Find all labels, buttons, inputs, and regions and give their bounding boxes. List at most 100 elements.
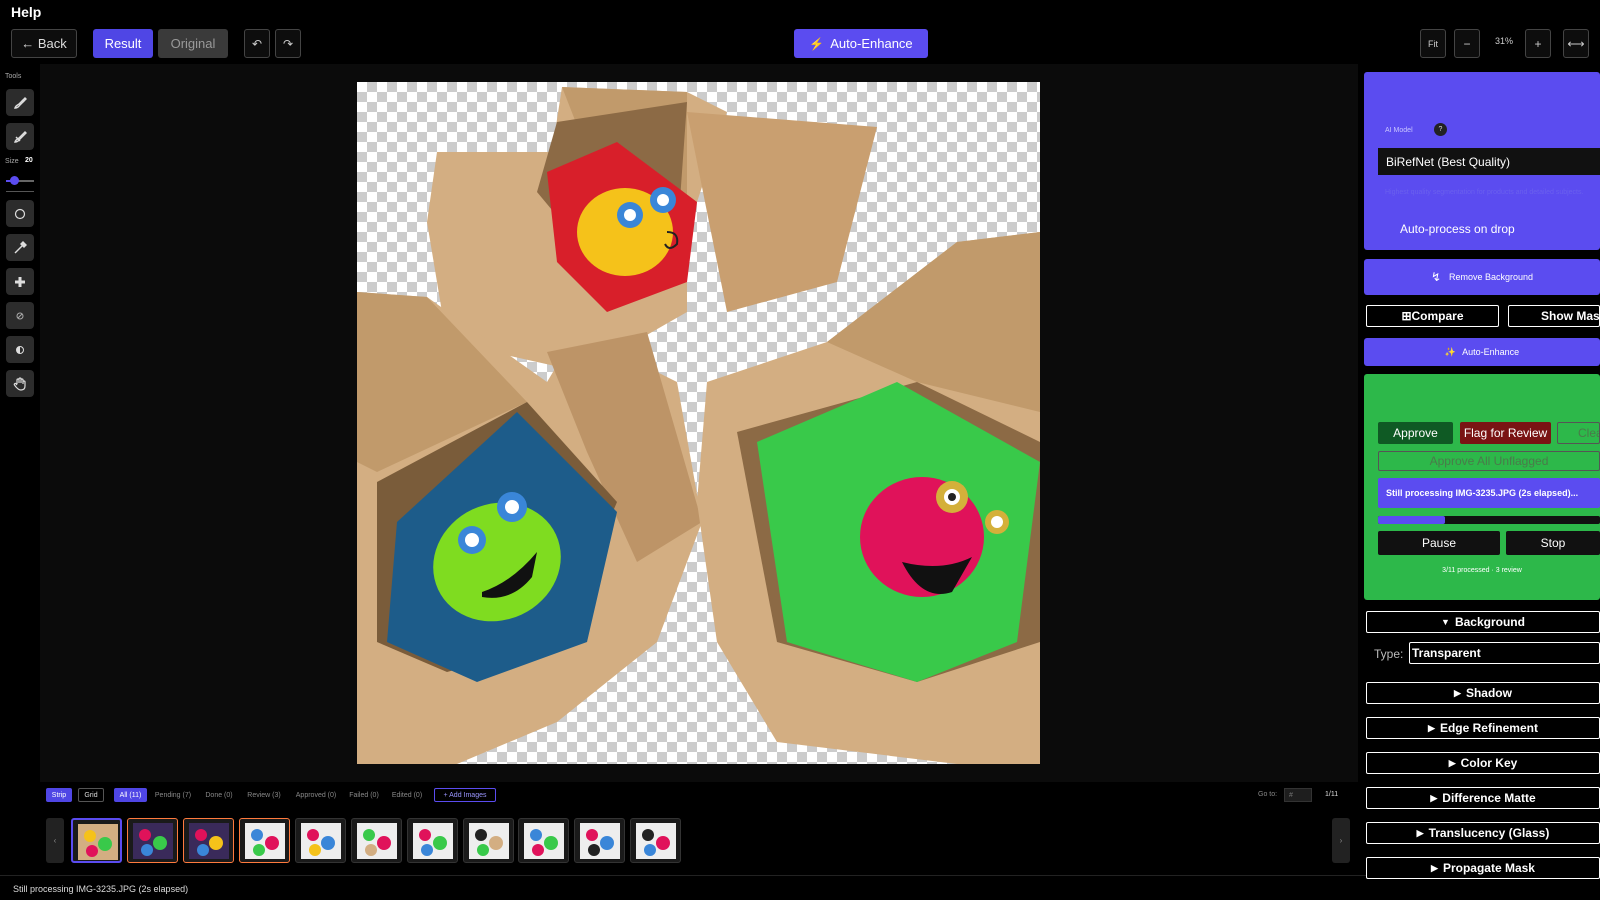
- eyedropper-icon: [14, 240, 27, 253]
- heal-tool[interactable]: [6, 268, 34, 295]
- model-select[interactable]: BiRefNet (Best Quality): [1378, 148, 1600, 175]
- tools-title: Tools: [5, 73, 22, 80]
- image-strip: [40, 784, 1358, 874]
- auto-process-toggle[interactable]: Auto-process on drop: [1400, 222, 1515, 236]
- sparkle-icon: ✨: [1444, 346, 1457, 357]
- heal-icon: [15, 276, 25, 287]
- help-icon[interactable]: ?: [1434, 123, 1447, 136]
- filter-approved[interactable]: Approved (0): [292, 788, 340, 802]
- thumbnail[interactable]: [574, 818, 625, 863]
- hand-icon: [13, 376, 26, 391]
- hand-tool[interactable]: [6, 370, 34, 397]
- result-tab[interactable]: Result: [93, 29, 153, 58]
- help-menu[interactable]: Help: [11, 4, 41, 20]
- pause-button[interactable]: Pause: [1378, 531, 1500, 555]
- strip-prev-button[interactable]: ‹: [46, 818, 64, 863]
- approve-button[interactable]: Approve: [1378, 422, 1453, 444]
- thumbnail-image: [245, 823, 285, 859]
- status-bar: Still processing IMG-3235.JPG (2s elapse…: [0, 875, 1600, 900]
- section-label: Color Key: [1460, 756, 1518, 770]
- auto-enhance-label: Auto-Enhance: [830, 36, 913, 51]
- section-header-propagate-mask[interactable]: ▶ Propagate Mask: [1366, 857, 1600, 879]
- thumbnail-image: [413, 823, 453, 859]
- thumbnail[interactable]: [71, 818, 122, 863]
- strip-next-button[interactable]: ›: [1332, 818, 1350, 863]
- shape-tool[interactable]: [6, 200, 34, 227]
- thumbnail[interactable]: [183, 818, 234, 863]
- section-header-shadow[interactable]: ▶ Shadow: [1366, 682, 1600, 704]
- undo-icon: ↶: [251, 36, 263, 51]
- panel-auto-enhance-button[interactable]: ✨ Auto-Enhance: [1364, 338, 1600, 366]
- eraser-tool[interactable]: [6, 123, 34, 150]
- thumbnail[interactable]: [630, 818, 681, 863]
- filter-all[interactable]: All (11): [114, 788, 147, 802]
- add-images-button[interactable]: + Add Images: [434, 788, 496, 802]
- original-tab[interactable]: Original: [158, 29, 228, 58]
- background-type-select[interactable]: Transparent: [1409, 642, 1600, 664]
- fit-width-button[interactable]: ⟷: [1563, 29, 1589, 58]
- filter-edited[interactable]: Edited (0): [388, 788, 426, 802]
- triangle-right-icon: ▶: [1428, 722, 1435, 733]
- dot-icon: [16, 312, 24, 319]
- filter-review[interactable]: Review (3): [244, 788, 284, 802]
- filter-done[interactable]: Done (0): [202, 788, 236, 802]
- goto-input[interactable]: [1284, 788, 1312, 802]
- top-toolbar: ← Back Result Original ↶ ↷ ⚡ Auto-Enhanc…: [0, 28, 1600, 60]
- back-button[interactable]: ← Back: [11, 29, 77, 58]
- section-header-translucency-glass[interactable]: ▶ Translucency (Glass): [1366, 822, 1600, 844]
- brush-tool[interactable]: [6, 89, 34, 116]
- redo-button[interactable]: ↷: [275, 29, 301, 58]
- thumbnail-image: [357, 823, 397, 859]
- triangle-right-icon: ▶: [1416, 827, 1424, 838]
- strip-view-button[interactable]: Strip: [46, 788, 72, 802]
- remove-background-button[interactable]: ↯ Remove Background: [1364, 259, 1600, 295]
- background-section-header[interactable]: ▼ Background: [1366, 611, 1600, 633]
- redo-icon: ↷: [282, 36, 294, 51]
- thumbnail[interactable]: [463, 818, 514, 863]
- stop-button[interactable]: Stop: [1506, 531, 1600, 555]
- bolt-icon: ⚡: [809, 36, 825, 51]
- filter-pending[interactable]: Pending (7): [152, 788, 194, 802]
- thumbnail[interactable]: [407, 818, 458, 863]
- bolt-icon: ↯: [1430, 270, 1441, 284]
- zoom-out-button[interactable]: −: [1454, 29, 1480, 58]
- triangle-right-icon: ▶: [1448, 757, 1456, 768]
- dot-tool[interactable]: [6, 302, 34, 329]
- processed-count: 3/11 processed · 3 review: [1442, 567, 1522, 574]
- size-slider-thumb[interactable]: [9, 176, 19, 185]
- auto-enhance-button[interactable]: ⚡ Auto-Enhance: [794, 29, 928, 58]
- result-image[interactable]: [357, 82, 1040, 764]
- status-text: Still processing IMG-3235.JPG (2s elapse…: [13, 884, 189, 894]
- thumbnail[interactable]: [351, 818, 402, 863]
- thumbnail[interactable]: [127, 818, 178, 863]
- progress-fill: [1378, 516, 1445, 524]
- thumbnail-image: [636, 823, 676, 859]
- thumbnail[interactable]: [295, 818, 346, 863]
- section-header-difference-matte[interactable]: ▶ Difference Matte: [1366, 787, 1600, 809]
- section-label: Translucency (Glass): [1428, 826, 1550, 840]
- contrast-tool[interactable]: [6, 336, 34, 363]
- section-header-color-key[interactable]: ▶ Color Key: [1366, 752, 1600, 774]
- triangle-right-icon: ▶: [1430, 792, 1438, 803]
- flag-review-button[interactable]: Flag for Review: [1460, 422, 1551, 444]
- thumbnail-image: [469, 823, 509, 859]
- approve-all-button[interactable]: Approve All Unflagged: [1378, 451, 1600, 471]
- fit-button[interactable]: Fit: [1420, 29, 1446, 58]
- progress-bar: [1378, 516, 1600, 524]
- thumbnail-image: [78, 824, 118, 860]
- thumbnail[interactable]: [239, 818, 290, 863]
- show-mask-button[interactable]: Show Mask: [1508, 305, 1600, 327]
- section-header-edge-refinement[interactable]: ▶ Edge Refinement: [1366, 717, 1600, 739]
- compare-button[interactable]: ⊞Compare: [1366, 305, 1499, 327]
- filter-failed[interactable]: Failed (0): [346, 788, 382, 802]
- clear-button[interactable]: Clear: [1557, 422, 1600, 444]
- size-label: Size: [5, 158, 19, 165]
- grid-view-button[interactable]: Grid: [78, 788, 104, 802]
- eyedropper-tool[interactable]: [6, 234, 34, 261]
- thumbnail[interactable]: [518, 818, 569, 863]
- triangle-down-icon: ▼: [1441, 617, 1450, 627]
- zoom-in-button[interactable]: +: [1525, 29, 1551, 58]
- section-label: Edge Refinement: [1439, 721, 1538, 735]
- ai-model-label: AI Model: [1385, 127, 1413, 134]
- undo-button[interactable]: ↶: [244, 29, 270, 58]
